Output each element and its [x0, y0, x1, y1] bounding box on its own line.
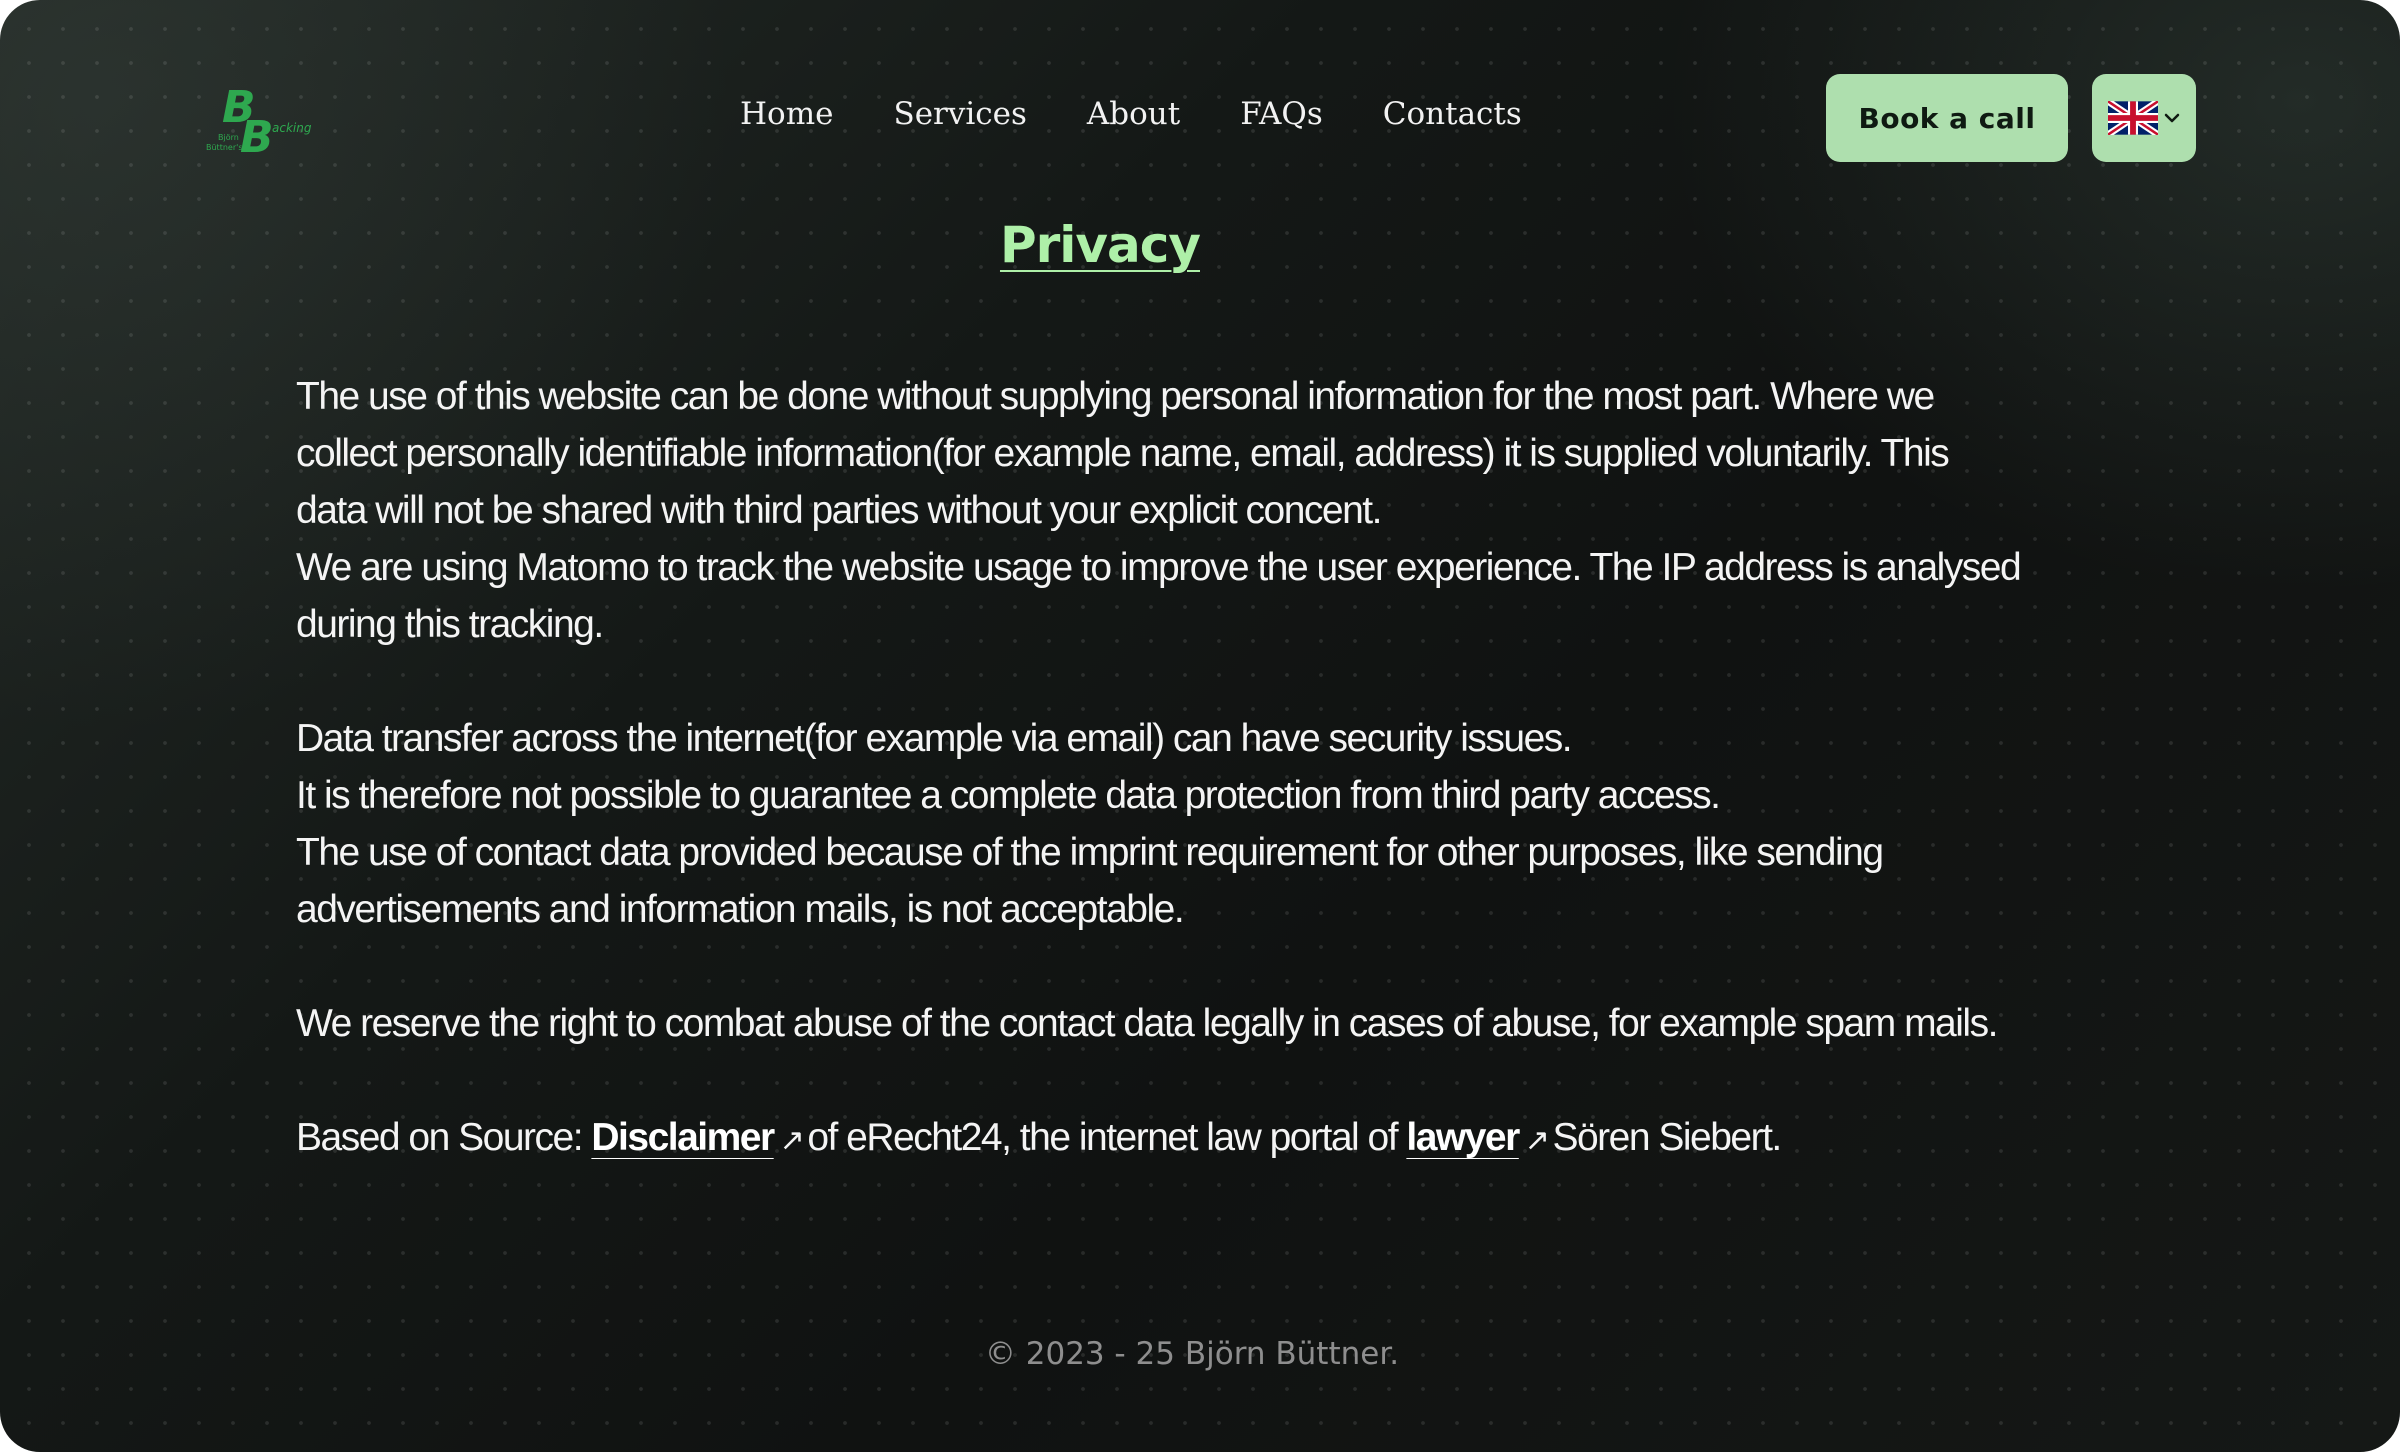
external-link-icon: ↗	[1524, 1124, 1550, 1157]
paragraph-line: The use of this website can be done with…	[296, 375, 1935, 418]
paragraph-line: It is therefore not possible to guarante…	[296, 774, 1721, 817]
chevron-down-icon	[2164, 113, 2180, 123]
paragraph-line: We reserve the right to combat abuse of …	[296, 1002, 1998, 1045]
logo-text-bjorn: Björn	[218, 133, 239, 142]
source-middle: of eRecht24, the internet law portal of	[807, 1116, 1407, 1159]
paragraph-line: advertisements and information mails, is…	[296, 888, 1185, 931]
disclaimer-link[interactable]: Disclaimer	[591, 1116, 775, 1159]
paragraph-line: data will not be shared with third parti…	[296, 489, 1382, 532]
language-selector[interactable]	[2092, 74, 2196, 162]
paragraph-line: Data transfer across the internet(for ex…	[296, 717, 1573, 760]
privacy-content: The use of this website can be done with…	[296, 368, 2076, 1169]
logo[interactable]: B B acking Björn Büttner's	[200, 80, 320, 156]
lawyer-link[interactable]: lawyer	[1406, 1116, 1520, 1159]
nav-home[interactable]: Home	[740, 96, 833, 132]
nav-services[interactable]: Services	[893, 96, 1026, 132]
book-call-button[interactable]: Book a call	[1826, 74, 2068, 162]
uk-flag-icon	[2108, 101, 2158, 135]
paragraph-line: collect personally identifiable informat…	[296, 432, 1950, 475]
logo-text-buttners: Büttner's	[206, 143, 242, 152]
logo-text-acking: acking	[272, 121, 312, 135]
page-frame: B B acking Björn Büttner's Home Services…	[0, 0, 2400, 1452]
paragraph-line: We are using Matomo to track the website…	[296, 546, 2022, 589]
source-suffix: Sören Siebert.	[1552, 1116, 1782, 1159]
copyright-text: © 2023 - 25 Björn Büttner.	[984, 1336, 1400, 1372]
nav-contacts[interactable]: Contacts	[1383, 96, 1522, 132]
logo-main-b2: B	[240, 112, 274, 156]
paragraph-line: during this tracking.	[296, 603, 604, 646]
source-line: Based on Source: Disclaimer ↗ of eRecht24,…	[296, 1109, 2076, 1169]
page-title-container: Privacy	[0, 216, 2400, 274]
paragraph-line: The use of contact data provided because…	[296, 831, 1884, 874]
nav-about[interactable]: About	[1087, 96, 1180, 132]
main-nav: Home Services About FAQs Contacts	[740, 96, 1522, 132]
source-prefix: Based on Source:	[296, 1116, 592, 1159]
page-title: Privacy	[999, 216, 1201, 274]
nav-faqs[interactable]: FAQs	[1240, 96, 1323, 132]
external-link-icon: ↗	[779, 1124, 805, 1157]
footer: © 2023 - 25 Björn Büttner.	[0, 1336, 2400, 1372]
